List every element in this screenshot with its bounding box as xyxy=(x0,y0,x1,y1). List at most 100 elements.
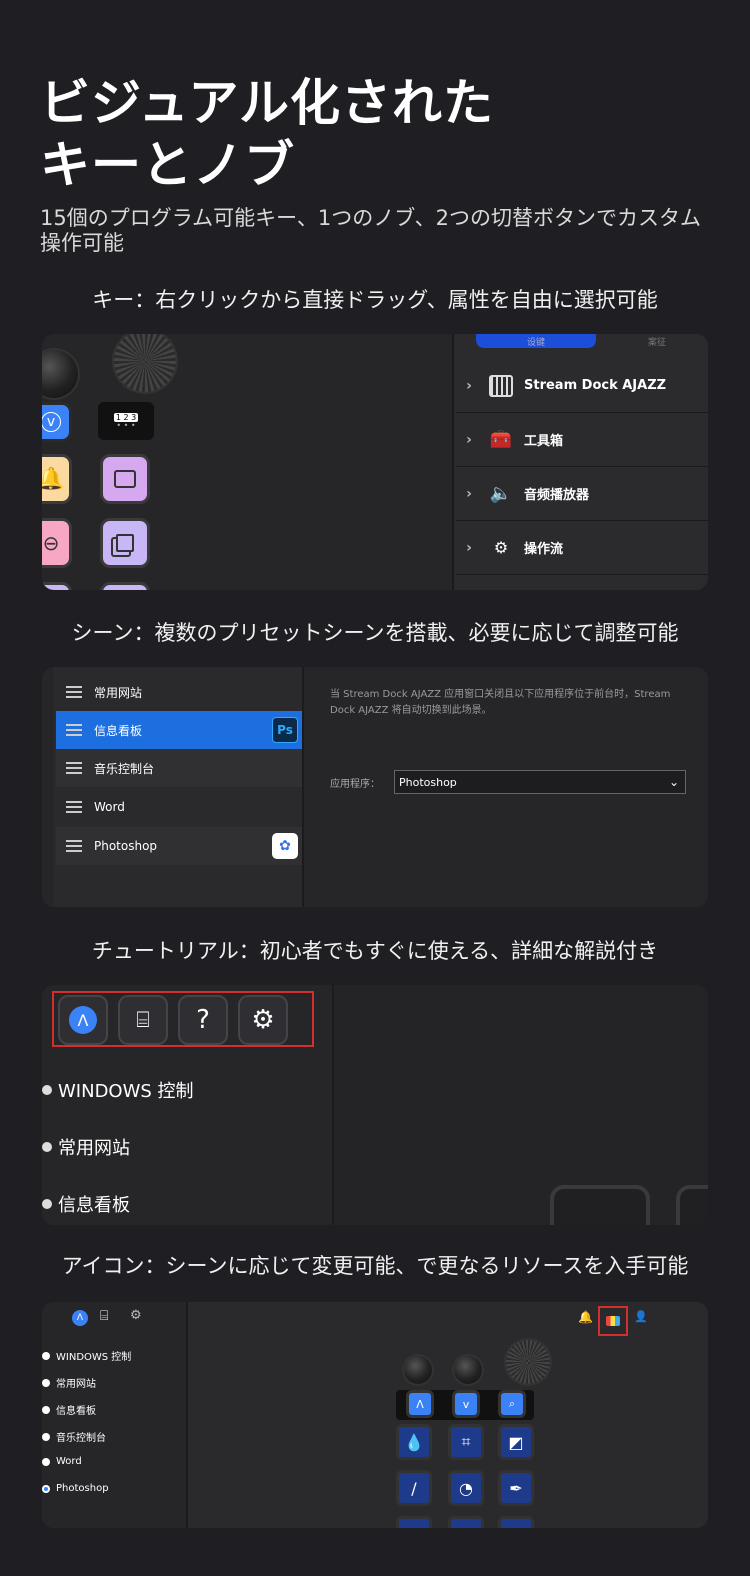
scene-label: 信息看板 xyxy=(94,723,143,738)
key-partial[interactable] xyxy=(42,582,72,590)
a-logo-icon[interactable]: Λ xyxy=(72,1310,88,1326)
key-bell[interactable]: 🔔 xyxy=(42,454,72,504)
tree-item-streamdock[interactable]: › Stream Dock AJAZZ xyxy=(456,359,708,413)
big-knob[interactable] xyxy=(506,1340,550,1384)
settings-button[interactable]: ⚙ xyxy=(238,995,288,1045)
scene-item-selected[interactable]: 信息看板 Ps xyxy=(56,711,302,749)
presentation-button[interactable]: ⌸ xyxy=(118,995,168,1045)
a-logo-icon: Λ xyxy=(69,1006,97,1034)
key-down[interactable]: v xyxy=(42,402,72,442)
tab-other[interactable]: 案征 xyxy=(612,334,702,348)
help-button[interactable]: ? xyxy=(178,995,228,1045)
chevron-down-icon: v xyxy=(42,412,61,432)
a-logo-key[interactable]: Λ xyxy=(406,1390,434,1418)
list-item[interactable]: 常用网站 xyxy=(42,1375,96,1390)
partial-key[interactable] xyxy=(396,1516,432,1528)
tutorial-item-label: 信息看板 xyxy=(58,1195,130,1216)
page-switcher[interactable]: 1 2 3 • • • xyxy=(98,402,154,440)
key-monitor[interactable] xyxy=(100,454,150,504)
key-outline xyxy=(550,1185,650,1225)
image-search-key[interactable]: ⌕ xyxy=(498,1390,526,1418)
presentation-icon[interactable]: ⌸ xyxy=(100,1308,108,1324)
help-icon: ? xyxy=(196,1005,210,1035)
tree-item-audio[interactable]: › 🔈 音频播放器 xyxy=(456,467,708,521)
scene-item[interactable]: 常用网站 xyxy=(56,673,302,711)
caption-keys: キー：右クリックから直接ドラッグ、属性を自由に選択可能 xyxy=(92,288,658,312)
hero-title: ビジュアル化された キーとノブ xyxy=(40,72,494,196)
tree-label: 音频播放器 xyxy=(524,488,590,503)
caption-tutorial: チュートリアル：初心者でもすぐに使える、詳細な解説付き xyxy=(91,939,659,963)
list-item[interactable]: 信息看板 xyxy=(42,1402,96,1417)
tutorial-item[interactable]: 信息看板 xyxy=(42,1191,130,1217)
radio-icon xyxy=(42,1378,50,1387)
a-logo-button[interactable]: Λ xyxy=(58,995,108,1045)
drop-key[interactable]: 💧 xyxy=(396,1424,432,1460)
caption-scenes: シーン：複数のプリセットシーンを搭載、必要に応じて調整可能 xyxy=(71,621,679,645)
pen-key[interactable]: ✒ xyxy=(498,1470,534,1506)
brush-icon: / xyxy=(411,1478,417,1498)
gear-icon[interactable]: ⚙ xyxy=(130,1308,142,1323)
list-item-label: 音乐控制台 xyxy=(56,1433,106,1444)
grid-icon xyxy=(486,374,516,398)
list-item[interactable]: WINDOWS 控制 xyxy=(42,1348,131,1363)
crop-key[interactable]: ⌗ xyxy=(448,1424,484,1460)
icon-store-button[interactable] xyxy=(598,1306,628,1336)
chevron-right-icon: › xyxy=(466,377,472,394)
app-select-value: Photoshop xyxy=(399,775,457,789)
hero-line-1: ビジュアル化された xyxy=(40,74,494,132)
mask-key[interactable]: ◔ xyxy=(448,1470,484,1506)
flow-icon: ⚙ xyxy=(493,538,509,557)
bell-icon[interactable]: 🔔 xyxy=(578,1310,593,1324)
layer-key[interactable]: ◩ xyxy=(498,1424,534,1460)
tab-other-label: 案征 xyxy=(647,338,666,348)
partial-key[interactable] xyxy=(498,1516,534,1528)
hero-subtitle: 15個のプログラム可能キー、1つのノブ、2つの切替ボタンでカスタム操作可能 xyxy=(40,206,701,255)
radio-icon xyxy=(42,1405,50,1414)
key-partial-2[interactable] xyxy=(100,582,150,590)
scene-description: 当 Stream Dock AJAZZ 应用窗口关闭且以下应用程序位于前台时，S… xyxy=(330,689,671,716)
tree-item-flow[interactable]: › ⚙ 操作流 xyxy=(456,521,708,575)
tree-item-toolbox[interactable]: › 🧰 工具箱 xyxy=(456,413,708,467)
scene-item[interactable]: Word xyxy=(56,788,302,826)
keys-panel: v 1 2 3 • • • 🔔 ⊖ 设键 案征 › Stream Dock AJ… xyxy=(42,334,708,590)
small-knob[interactable] xyxy=(42,350,78,398)
app-logo-icon: ✿ xyxy=(272,833,298,859)
copy-icon xyxy=(116,534,134,552)
radio-selected-icon xyxy=(42,1484,50,1493)
key-copy[interactable] xyxy=(100,518,150,568)
user-icon[interactable]: 👤 xyxy=(634,1310,648,1323)
list-item[interactable]: Word xyxy=(42,1456,82,1467)
partial-key[interactable] xyxy=(448,1516,484,1528)
tree-label: 操作流 xyxy=(524,542,564,557)
tutorial-item[interactable]: 常用网站 xyxy=(42,1134,130,1160)
tutorial-panel: Λ ⌸ ? ⚙ WINDOWS 控制 常用网站 信息看板 xyxy=(42,985,708,1225)
tutorial-item[interactable]: WINDOWS 控制 xyxy=(42,1077,194,1103)
brush-key[interactable]: / xyxy=(396,1470,432,1506)
scene-label: Word xyxy=(94,800,125,814)
big-knob[interactable] xyxy=(114,334,176,392)
key-outline xyxy=(676,1185,708,1225)
small-knob[interactable] xyxy=(404,1356,432,1384)
scene-item[interactable]: Photoshop ✿ xyxy=(56,827,302,865)
scene-item[interactable]: 音乐控制台 xyxy=(56,749,302,787)
radio-dot xyxy=(42,1085,52,1095)
chevron-down-icon: ⌄ xyxy=(668,775,679,789)
key-zoom-out[interactable]: ⊖ xyxy=(42,518,72,568)
radio-dot xyxy=(42,1142,52,1152)
tab-setkey[interactable]: 设键 xyxy=(476,334,596,348)
list-item-label: WINDOWS 控制 xyxy=(56,1352,132,1363)
small-knob[interactable] xyxy=(454,1356,482,1384)
tab-setkey-label: 设键 xyxy=(526,338,545,348)
list-item-selected[interactable]: Photoshop xyxy=(42,1483,109,1494)
crop-icon: ⌗ xyxy=(461,1432,471,1451)
tutorial-item-label: WINDOWS 控制 xyxy=(58,1081,194,1102)
drag-handle-icon xyxy=(66,840,82,852)
list-item[interactable]: 音乐控制台 xyxy=(42,1429,106,1444)
icon-store-icon xyxy=(606,1316,620,1326)
monitor-icon xyxy=(114,470,136,488)
drag-handle-icon xyxy=(66,724,82,736)
chevron-right-icon: › xyxy=(466,539,472,556)
list-item-label: Photoshop xyxy=(56,1483,109,1494)
app-select[interactable]: Photoshop ⌄ xyxy=(394,770,686,794)
chevron-down-key[interactable]: v xyxy=(452,1390,480,1418)
